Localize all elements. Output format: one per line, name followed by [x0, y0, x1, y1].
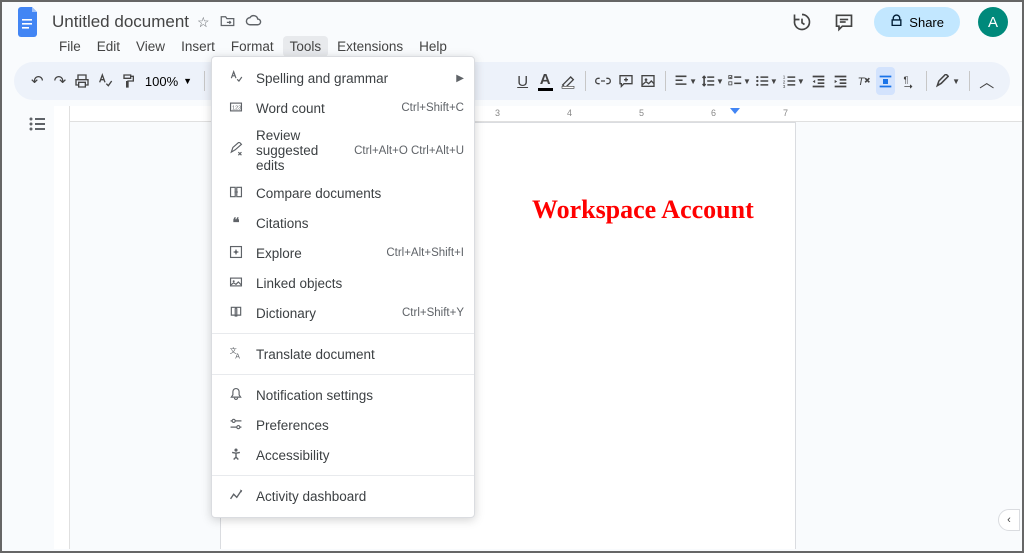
cloud-status-icon[interactable] [245, 14, 262, 30]
numbered-list-icon[interactable]: 123▼ [782, 67, 805, 95]
tools-review[interactable]: Review suggested editsCtrl+Alt+O Ctrl+Al… [212, 123, 474, 178]
tools-citations[interactable]: ❝Citations [212, 208, 474, 238]
right-indent-marker[interactable] [730, 108, 740, 114]
comments-icon[interactable] [832, 10, 856, 34]
star-icon[interactable]: ☆ [197, 14, 210, 31]
underline-icon[interactable]: U [513, 67, 532, 95]
svg-text:3: 3 [783, 84, 786, 88]
workspace: 3 4 5 6 7 [2, 106, 1022, 549]
spelling-icon [226, 70, 246, 87]
clear-format-icon[interactable]: T [854, 67, 873, 95]
compare-icon [226, 185, 246, 202]
tools-linked[interactable]: Linked objects [212, 268, 474, 298]
add-comment-icon[interactable] [616, 67, 635, 95]
spellcheck-icon[interactable] [96, 67, 115, 95]
undo-icon[interactable]: ↶ [28, 67, 47, 95]
share-label: Share [909, 15, 944, 30]
paint-format-icon[interactable] [118, 67, 137, 95]
accessibility-icon [226, 447, 246, 464]
bell-icon [226, 387, 246, 404]
toolbar: ↶ ↷ 100%▼ No U A ▼ ▼ ▼ ▼ 123▼ T ¶ ▼ ︿ [14, 62, 1010, 100]
annotation-workspace: Workspace Account [532, 195, 754, 225]
tools-dictionary[interactable]: DictionaryCtrl+Shift+Y [212, 298, 474, 328]
align-icon[interactable]: ▼ [674, 67, 697, 95]
history-icon[interactable] [790, 10, 814, 34]
svg-text:123: 123 [232, 105, 241, 111]
menu-file[interactable]: File [52, 36, 88, 57]
print-icon[interactable] [73, 67, 92, 95]
svg-text:¶: ¶ [903, 75, 908, 85]
lock-icon [890, 14, 903, 30]
vertical-ruler[interactable] [54, 106, 70, 549]
explore-icon [226, 245, 246, 262]
docs-logo-icon[interactable] [16, 5, 42, 39]
tools-compare[interactable]: Compare documents [212, 178, 474, 208]
tools-spelling[interactable]: Spelling and grammar▶ [212, 63, 474, 93]
menu-format[interactable]: Format [224, 36, 281, 57]
decrease-indent-icon[interactable] [809, 67, 828, 95]
highlight-color-icon[interactable] [559, 67, 578, 95]
dictionary-icon [226, 305, 246, 322]
menu-edit[interactable]: Edit [90, 36, 127, 57]
title-icons: ☆ [197, 14, 262, 31]
side-panel-toggle-icon[interactable]: ‹ [998, 509, 1020, 531]
tools-wordcount[interactable]: 123Word countCtrl+Shift+C [212, 93, 474, 123]
svg-text:T: T [857, 75, 865, 87]
tools-translate[interactable]: 文ATranslate document [212, 339, 474, 369]
redo-icon[interactable]: ↷ [51, 67, 70, 95]
svg-text:A: A [235, 353, 240, 360]
submenu-arrow-icon: ▶ [456, 73, 464, 84]
checklist-icon[interactable]: ▼ [728, 67, 751, 95]
menu-insert[interactable]: Insert [174, 36, 222, 57]
preferences-icon [226, 417, 246, 434]
title-bar: Untitled document ☆ Share A [2, 2, 1022, 36]
increase-indent-icon[interactable] [831, 67, 850, 95]
align-image-icon[interactable] [876, 67, 895, 95]
linked-icon [226, 275, 246, 292]
menu-bar: File Edit View Insert Format Tools Exten… [2, 36, 1022, 60]
menu-tools[interactable]: Tools [283, 36, 329, 57]
activity-icon [226, 488, 246, 505]
editing-mode-icon[interactable]: ▼ [934, 67, 961, 95]
menu-help[interactable]: Help [412, 36, 454, 57]
document-title[interactable]: Untitled document [52, 12, 189, 32]
menu-view[interactable]: View [129, 36, 172, 57]
tools-explore[interactable]: ExploreCtrl+Alt+Shift+I [212, 238, 474, 268]
citations-icon: ❝ [226, 215, 246, 231]
outline-panel [2, 106, 54, 549]
move-icon[interactable] [220, 14, 235, 30]
account-avatar[interactable]: A [978, 7, 1008, 37]
text-color-icon[interactable]: A [536, 67, 555, 95]
tools-preferences[interactable]: Preferences [212, 410, 474, 440]
menu-extensions[interactable]: Extensions [330, 36, 410, 57]
collapse-toolbar-icon[interactable]: ︿ [977, 67, 996, 95]
tools-notifications[interactable]: Notification settings [212, 380, 474, 410]
tools-dropdown: Spelling and grammar▶ 123Word countCtrl+… [211, 56, 475, 518]
review-icon [226, 142, 246, 159]
text-direction-icon[interactable]: ¶ [899, 67, 918, 95]
insert-link-icon[interactable] [594, 67, 613, 95]
tools-activity-dashboard[interactable]: Activity dashboard [212, 481, 474, 511]
zoom-selector[interactable]: 100%▼ [141, 74, 196, 89]
outline-toggle-icon[interactable] [28, 116, 54, 137]
tools-accessibility[interactable]: Accessibility [212, 440, 474, 470]
translate-icon: 文A [226, 346, 246, 363]
line-spacing-icon[interactable]: ▼ [701, 67, 724, 95]
wordcount-icon: 123 [226, 100, 246, 117]
share-button[interactable]: Share [874, 7, 960, 37]
insert-image-icon[interactable] [639, 67, 658, 95]
header-right: Share A [790, 7, 1008, 37]
bullet-list-icon[interactable]: ▼ [755, 67, 778, 95]
